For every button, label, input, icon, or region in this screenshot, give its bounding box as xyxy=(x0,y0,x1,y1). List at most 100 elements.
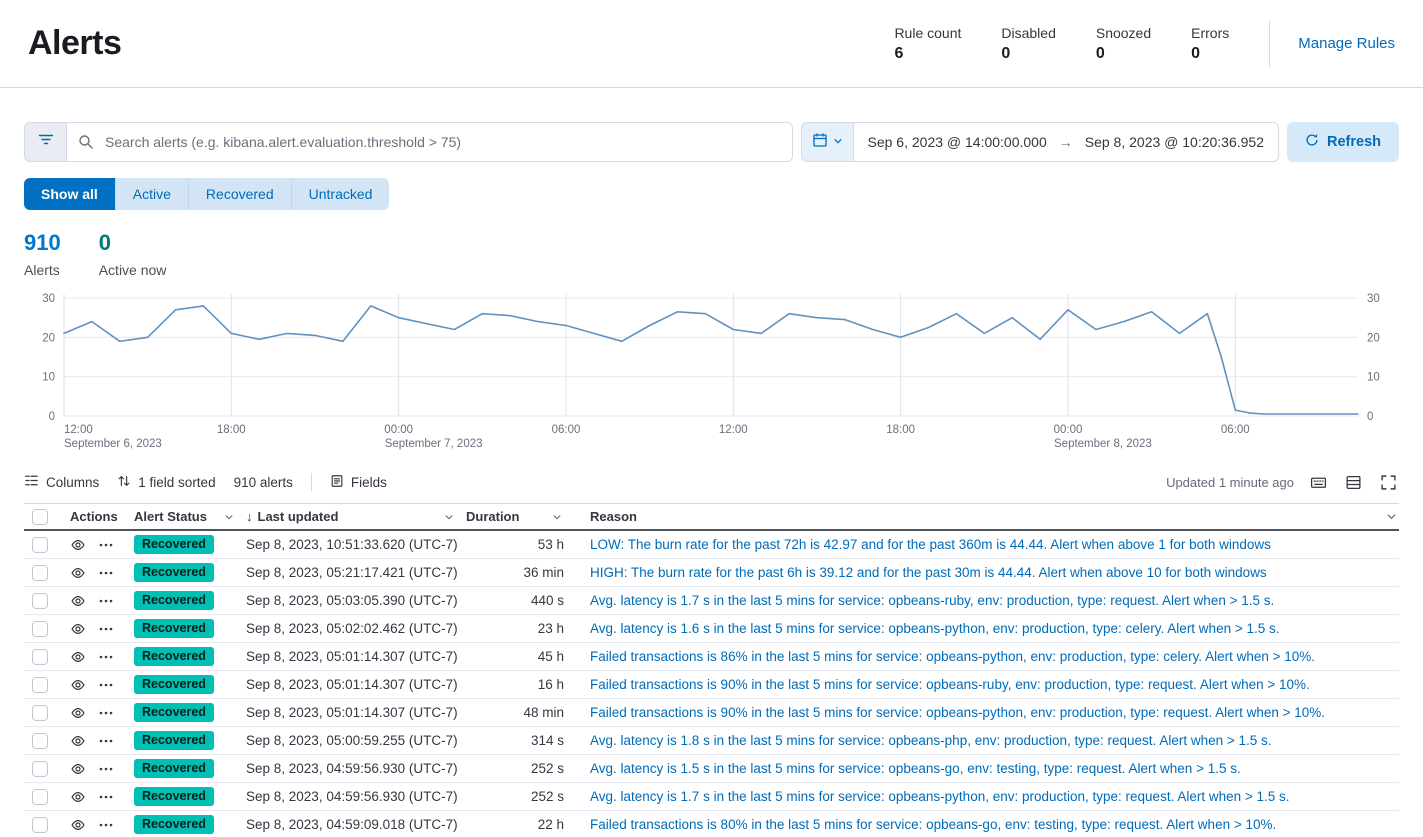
duration-cell: 22 h xyxy=(466,817,574,832)
view-alert-eye-icon[interactable] xyxy=(70,817,86,833)
row-checkbox[interactable] xyxy=(32,565,48,581)
alerts-count-label: Alerts xyxy=(24,262,61,278)
more-actions-icon[interactable] xyxy=(99,542,113,548)
display-options-icon[interactable] xyxy=(1343,472,1364,493)
row-checkbox[interactable] xyxy=(32,761,48,777)
date-start[interactable]: Sep 6, 2023 @ 14:00:00.000 xyxy=(868,134,1047,150)
reason-link[interactable]: Avg. latency is 1.7 s in the last 5 mins… xyxy=(590,593,1399,608)
more-actions-icon[interactable] xyxy=(99,682,113,688)
svg-text:20: 20 xyxy=(1367,332,1380,344)
view-alert-eye-icon[interactable] xyxy=(70,649,86,665)
table-row: Recovered Sep 8, 2023, 05:02:02.462 (UTC… xyxy=(24,615,1399,643)
columns-button[interactable]: Columns xyxy=(24,473,99,491)
column-header-reason[interactable]: Reason xyxy=(574,504,1399,529)
view-alert-eye-icon[interactable] xyxy=(70,705,86,721)
refresh-icon xyxy=(1305,133,1319,151)
sort-fields-button[interactable]: 1 field sorted xyxy=(117,474,215,491)
more-actions-icon[interactable] xyxy=(99,738,113,744)
more-actions-icon[interactable] xyxy=(99,626,113,632)
grid-menu-chevron-icon[interactable] xyxy=(1386,511,1397,522)
view-alert-eye-icon[interactable] xyxy=(70,565,86,581)
row-checkbox[interactable] xyxy=(32,537,48,553)
last-updated-status: Updated 1 minute ago xyxy=(1166,475,1294,490)
active-count-label: Active now xyxy=(99,262,167,278)
row-checkbox[interactable] xyxy=(32,649,48,665)
keyboard-shortcuts-icon[interactable] xyxy=(1308,472,1329,493)
search-input[interactable] xyxy=(66,122,793,162)
refresh-button[interactable]: Refresh xyxy=(1287,122,1399,162)
view-alert-eye-icon[interactable] xyxy=(70,621,86,637)
alerts-table: Actions Alert Status ↓ Last updated xyxy=(24,503,1399,837)
select-all-checkbox[interactable] xyxy=(32,509,48,525)
reason-link[interactable]: Avg. latency is 1.7 s in the last 5 mins… xyxy=(590,789,1399,804)
view-alert-eye-icon[interactable] xyxy=(70,789,86,805)
row-checkbox[interactable] xyxy=(32,817,48,833)
more-actions-icon[interactable] xyxy=(99,794,113,800)
row-checkbox[interactable] xyxy=(32,677,48,693)
more-actions-icon[interactable] xyxy=(99,822,113,828)
more-actions-icon[interactable] xyxy=(99,598,113,604)
row-checkbox[interactable] xyxy=(32,789,48,805)
more-actions-icon[interactable] xyxy=(99,570,113,576)
reason-link[interactable]: Failed transactions is 90% in the last 5… xyxy=(590,705,1399,720)
duration-cell: 53 h xyxy=(466,537,574,552)
date-end[interactable]: Sep 8, 2023 @ 10:20:36.952 xyxy=(1085,134,1264,150)
duration-cell: 314 s xyxy=(466,733,574,748)
date-arrow-icon: → xyxy=(1059,134,1073,150)
filter-recovered[interactable]: Recovered xyxy=(189,178,292,210)
page-header: Alerts Rule count6Disabled0Snoozed0Error… xyxy=(0,0,1423,88)
table-row: Recovered Sep 8, 2023, 05:00:59.255 (UTC… xyxy=(24,727,1399,755)
last-updated-cell: Sep 8, 2023, 04:59:09.018 (UTC-7) xyxy=(246,817,466,832)
search-row: Sep 6, 2023 @ 14:00:00.000 → Sep 8, 2023… xyxy=(24,122,1399,162)
row-checkbox[interactable] xyxy=(32,621,48,637)
chevron-down-icon xyxy=(224,512,234,522)
filter-show-all[interactable]: Show all xyxy=(24,178,116,210)
view-alert-eye-icon[interactable] xyxy=(70,761,86,777)
date-picker-toggle[interactable] xyxy=(802,123,854,161)
alerts-chart-container: 0010102020303012:00September 6, 202318:0… xyxy=(24,290,1399,461)
duration-cell: 252 s xyxy=(466,789,574,804)
more-actions-icon[interactable] xyxy=(99,654,113,660)
row-checkbox[interactable] xyxy=(32,593,48,609)
reason-link[interactable]: Avg. latency is 1.5 s in the last 5 mins… xyxy=(590,761,1399,776)
view-alert-eye-icon[interactable] xyxy=(70,677,86,693)
filter-untracked[interactable]: Untracked xyxy=(292,178,390,210)
svg-text:12:00: 12:00 xyxy=(64,424,93,436)
svg-text:10: 10 xyxy=(42,372,55,384)
stat-value: 0 xyxy=(1096,45,1151,63)
last-updated-cell: Sep 8, 2023, 05:01:14.307 (UTC-7) xyxy=(246,677,466,692)
duration-cell: 23 h xyxy=(466,621,574,636)
svg-text:September 7, 2023: September 7, 2023 xyxy=(385,438,483,450)
fields-button[interactable]: Fields xyxy=(330,474,387,491)
view-alert-eye-icon[interactable] xyxy=(70,537,86,553)
reason-link[interactable]: Avg. latency is 1.8 s in the last 5 mins… xyxy=(590,733,1399,748)
row-checkbox[interactable] xyxy=(32,733,48,749)
filter-active[interactable]: Active xyxy=(116,178,189,210)
svg-text:September 6, 2023: September 6, 2023 xyxy=(64,438,162,450)
reason-link[interactable]: LOW: The burn rate for the past 72h is 4… xyxy=(590,537,1399,552)
reason-link[interactable]: Failed transactions is 90% in the last 5… xyxy=(590,677,1399,692)
filter-toggle-button[interactable] xyxy=(24,122,66,162)
reason-link[interactable]: Failed transactions is 80% in the last 5… xyxy=(590,817,1399,832)
manage-rules-link[interactable]: Manage Rules xyxy=(1298,35,1395,52)
column-header-duration[interactable]: Duration xyxy=(466,504,574,529)
fullscreen-icon[interactable] xyxy=(1378,472,1399,493)
calendar-icon xyxy=(812,132,828,153)
svg-text:00:00: 00:00 xyxy=(1054,424,1083,436)
status-badge: Recovered xyxy=(134,675,214,694)
table-row: Recovered Sep 8, 2023, 04:59:56.930 (UTC… xyxy=(24,783,1399,811)
view-alert-eye-icon[interactable] xyxy=(70,733,86,749)
reason-link[interactable]: HIGH: The burn rate for the past 6h is 3… xyxy=(590,565,1399,580)
last-updated-cell: Sep 8, 2023, 05:03:05.390 (UTC-7) xyxy=(246,593,466,608)
column-header-alert-status[interactable]: Alert Status xyxy=(134,504,246,529)
view-alert-eye-icon[interactable] xyxy=(70,593,86,609)
column-header-last-updated[interactable]: ↓ Last updated xyxy=(246,504,466,529)
duration-cell: 48 min xyxy=(466,705,574,720)
reason-link[interactable]: Failed transactions is 86% in the last 5… xyxy=(590,649,1399,664)
row-checkbox[interactable] xyxy=(32,705,48,721)
more-actions-icon[interactable] xyxy=(99,710,113,716)
more-actions-icon[interactable] xyxy=(99,766,113,772)
stat-value: 0 xyxy=(1191,45,1229,63)
table-row: Recovered Sep 8, 2023, 05:01:14.307 (UTC… xyxy=(24,643,1399,671)
reason-link[interactable]: Avg. latency is 1.6 s in the last 5 mins… xyxy=(590,621,1399,636)
